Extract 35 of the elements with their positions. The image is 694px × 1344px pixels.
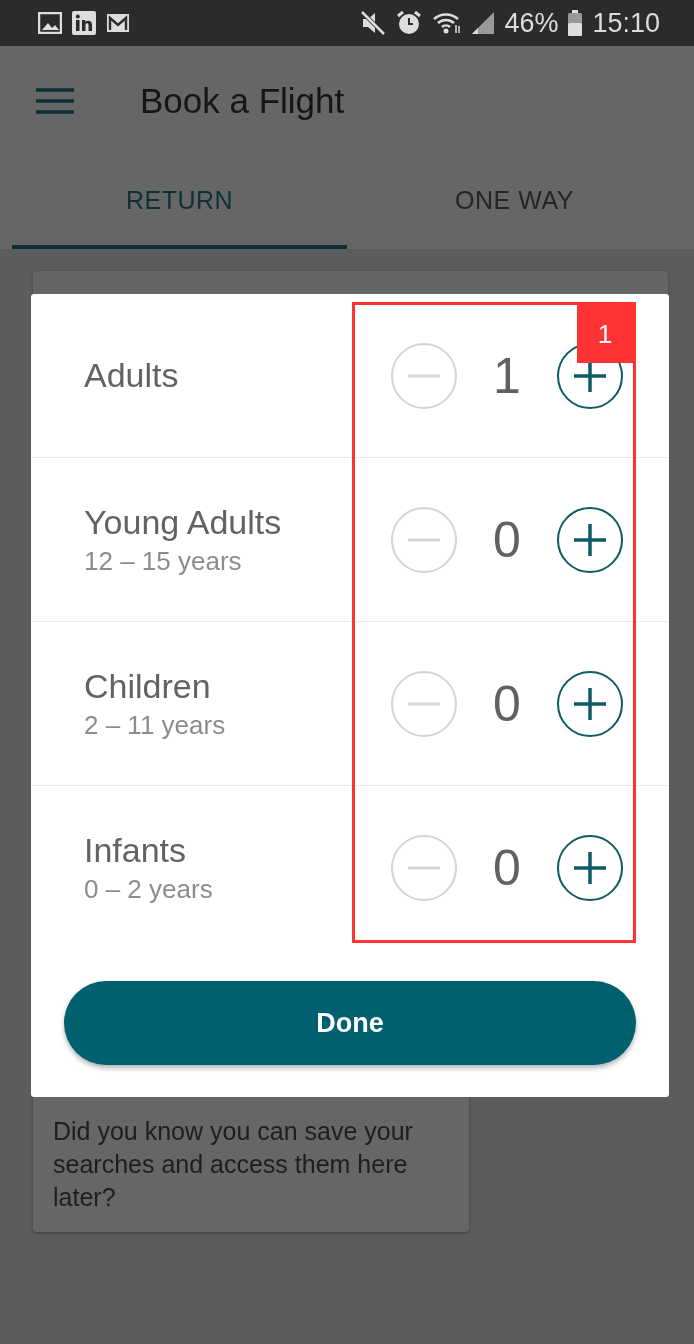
passenger-type: Adults — [84, 356, 180, 395]
passenger-count: 0 — [492, 510, 522, 569]
passenger-count: 0 — [492, 838, 522, 897]
minus-icon — [408, 701, 440, 706]
minus-icon — [408, 865, 440, 870]
battery-icon — [568, 10, 583, 36]
clock-time: 15:10 — [592, 7, 660, 39]
plus-icon — [574, 523, 606, 556]
tab[interactable]: ONE WAY — [347, 156, 682, 249]
passenger-type: Infants — [84, 830, 188, 870]
image-icon — [38, 12, 62, 34]
age-range: 12 – 15 years — [84, 545, 243, 577]
age-range: 2 – 11 years — [84, 709, 227, 741]
minus-icon — [408, 537, 440, 542]
passenger-count: 0 — [492, 674, 522, 733]
passenger-count: 1 — [492, 346, 522, 405]
passenger-type: Young Adults — [84, 502, 283, 542]
passenger-type: Children — [84, 666, 212, 706]
tip-text: Did you know you can save your searches and access them here later? — [53, 1116, 414, 1213]
signal-icon — [472, 12, 495, 34]
mute-icon — [360, 10, 387, 36]
age-range: 0 – 2 years — [84, 873, 214, 905]
screen-title: Book a Flight — [140, 81, 345, 121]
alarm-icon — [396, 10, 423, 36]
tab[interactable]: RETURN — [12, 156, 347, 249]
annotation-badge: 1 — [577, 305, 633, 363]
wifi-icon — [432, 11, 463, 35]
plus-icon — [574, 851, 606, 884]
battery-percentage: 46% — [504, 7, 559, 39]
minus-icon — [408, 373, 440, 378]
mail-icon — [106, 13, 130, 33]
linkedin-icon — [72, 11, 96, 35]
done-button[interactable]: Done — [64, 981, 636, 1065]
menu-icon[interactable] — [36, 88, 74, 114]
plus-icon — [574, 687, 606, 720]
